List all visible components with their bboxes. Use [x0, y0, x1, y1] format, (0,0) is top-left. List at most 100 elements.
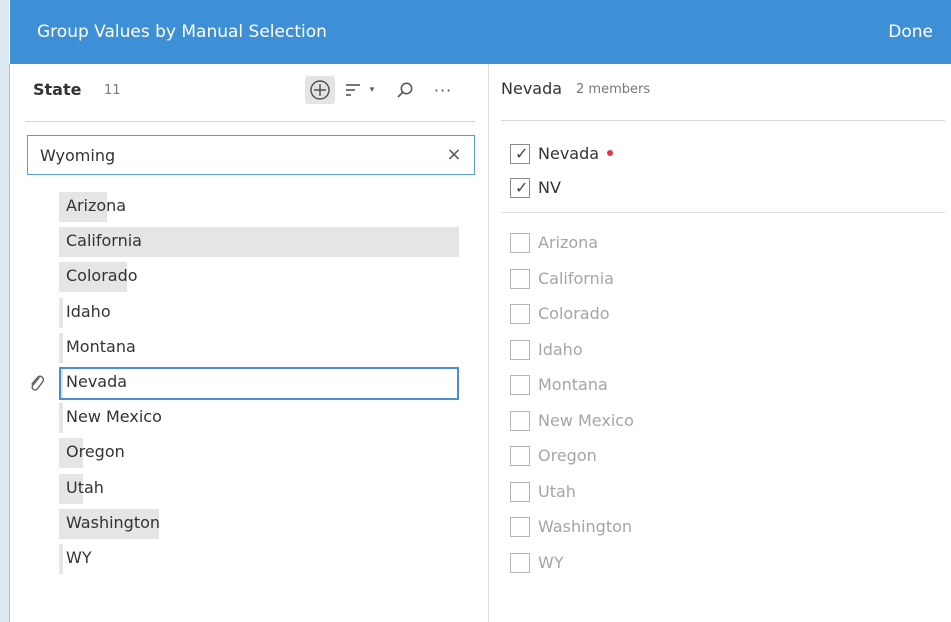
done-button[interactable]: Done [888, 22, 933, 42]
member-checkbox-row[interactable]: ✓ NV [508, 173, 928, 203]
checkbox-label-text: WY [538, 552, 564, 572]
header-divider [25, 121, 475, 122]
checkbox-label-text: Oregon [538, 446, 597, 465]
value-frequency-bar [59, 298, 63, 328]
checkbox-label: Utah [538, 482, 576, 501]
value-label: Oregon [66, 442, 125, 461]
checkbox-checked[interactable]: ✓ [510, 144, 530, 164]
value-label: New Mexico [66, 407, 162, 426]
members-divider [501, 212, 945, 213]
value-checkbox-row[interactable]: California [508, 264, 928, 294]
value-label: Utah [66, 478, 104, 497]
value-list-item[interactable]: Oregon [57, 436, 477, 470]
selection-outline [59, 367, 459, 400]
search-button[interactable] [394, 76, 416, 104]
value-list-item[interactable]: Montana [57, 331, 477, 365]
checkbox-label: Oregon [538, 446, 597, 465]
title-bar: Group Values by Manual Selection Done [10, 0, 951, 64]
modified-indicator-dot [607, 149, 614, 156]
value-list-item[interactable]: Utah [57, 472, 477, 506]
chevron-down-icon: ▾ [369, 85, 375, 95]
sort-icon [346, 84, 360, 96]
value-list-item[interactable]: Nevada [57, 366, 477, 400]
dialog-title: Group Values by Manual Selection [37, 22, 327, 42]
value-list-item[interactable]: Arizona [57, 190, 477, 224]
values-pane: State 11 ▾ ··· Wyoming × Arizona Califor… [10, 64, 488, 622]
add-group-button[interactable] [305, 76, 335, 104]
value-checkbox-row[interactable]: Idaho [508, 335, 928, 365]
checkbox-label-text: Nevada [538, 144, 600, 163]
checkbox-label-text: Washington [538, 517, 633, 536]
checkbox-label-text: NV [538, 178, 561, 197]
clear-search-icon[interactable]: × [444, 145, 464, 165]
checkbox-label-text: Colorado [538, 304, 610, 323]
value-frequency-bar [59, 403, 63, 433]
checkbox-label-text: New Mexico [538, 410, 634, 430]
value-checkbox-row[interactable]: Colorado [508, 299, 928, 329]
value-frequency-bar [59, 544, 63, 574]
value-list-item[interactable]: Washington [57, 507, 477, 541]
checkbox-label-text: Montana [538, 375, 608, 394]
value-checkbox-row[interactable]: Utah [508, 477, 928, 507]
field-value-count: 11 [104, 83, 121, 98]
value-list-item[interactable]: Idaho [57, 296, 477, 330]
group-members-pane: Nevada 2 members ✓ Nevada ✓ NV Arizona Calif… [489, 64, 951, 622]
value-checkbox-row[interactable]: New Mexico [508, 406, 928, 436]
value-label: Washington [66, 513, 161, 532]
checkmark-icon: ✓ [515, 178, 529, 197]
sort-button[interactable] [342, 76, 364, 104]
value-label: Arizona [66, 196, 127, 215]
checkbox-label: Colorado [538, 304, 610, 323]
member-checkbox-row[interactable]: ✓ Nevada [508, 139, 928, 169]
value-checkbox-row[interactable]: Montana [508, 370, 928, 400]
checkbox-label: Washington [538, 517, 632, 536]
search-field[interactable]: × [27, 135, 475, 175]
value-checkbox-row[interactable]: Washington [508, 512, 928, 542]
group-values-dialog: Group Values by Manual Selection Done St… [0, 0, 951, 622]
checkbox-unchecked[interactable] [510, 339, 530, 360]
checkbox-label: New Mexico [538, 411, 634, 430]
checkbox-label: Montana [538, 375, 608, 394]
value-checkbox-row[interactable]: Oregon [508, 441, 928, 471]
field-name: State [33, 80, 82, 99]
value-label: California [66, 231, 142, 250]
checkbox-label: Idaho [538, 340, 583, 359]
checkbox-unchecked[interactable] [510, 446, 530, 466]
checkmark-icon: ✓ [515, 144, 529, 163]
checkbox-label: Nevada [538, 144, 614, 163]
paperclip-icon [31, 375, 45, 391]
ellipsis-icon: ··· [433, 80, 453, 100]
value-list-item[interactable]: WY [57, 542, 477, 576]
value-label: Montana [66, 337, 136, 356]
checkbox-unchecked[interactable] [510, 552, 530, 573]
group-header-divider [501, 120, 945, 121]
checkbox-unchecked[interactable] [510, 268, 530, 289]
checkbox-unchecked[interactable] [510, 481, 530, 502]
checkbox-label: Arizona [538, 233, 598, 252]
checkbox-unchecked[interactable] [510, 233, 530, 253]
checkbox-unchecked[interactable] [510, 304, 530, 324]
more-options-button[interactable]: ··· [428, 76, 458, 104]
value-list-item[interactable]: New Mexico [57, 401, 477, 435]
window-edge [0, 0, 9, 622]
group-name: Nevada [501, 79, 563, 98]
checkbox-label: California [538, 269, 614, 288]
value-list-item[interactable]: Colorado [57, 260, 477, 294]
sort-menu-caret[interactable]: ▾ [365, 76, 379, 104]
value-frequency-bar [59, 333, 63, 363]
value-label: WY [66, 548, 92, 567]
checkbox-unchecked[interactable] [510, 375, 530, 395]
search-input[interactable] [40, 144, 420, 166]
checkbox-unchecked[interactable] [510, 410, 530, 431]
add-circle-icon [310, 80, 330, 100]
checkbox-label-text: California [538, 268, 614, 288]
value-list-item[interactable]: California [57, 225, 477, 259]
value-checkbox-row[interactable]: WY [508, 548, 928, 578]
checkbox-checked[interactable]: ✓ [510, 178, 530, 198]
checkbox-label: WY [538, 553, 564, 572]
checkbox-label-text: Utah [538, 481, 576, 501]
checkbox-unchecked[interactable] [510, 517, 530, 537]
value-checkbox-row[interactable]: Arizona [508, 228, 928, 258]
checkbox-label-text: Arizona [538, 233, 599, 252]
checkbox-label: NV [538, 178, 561, 197]
